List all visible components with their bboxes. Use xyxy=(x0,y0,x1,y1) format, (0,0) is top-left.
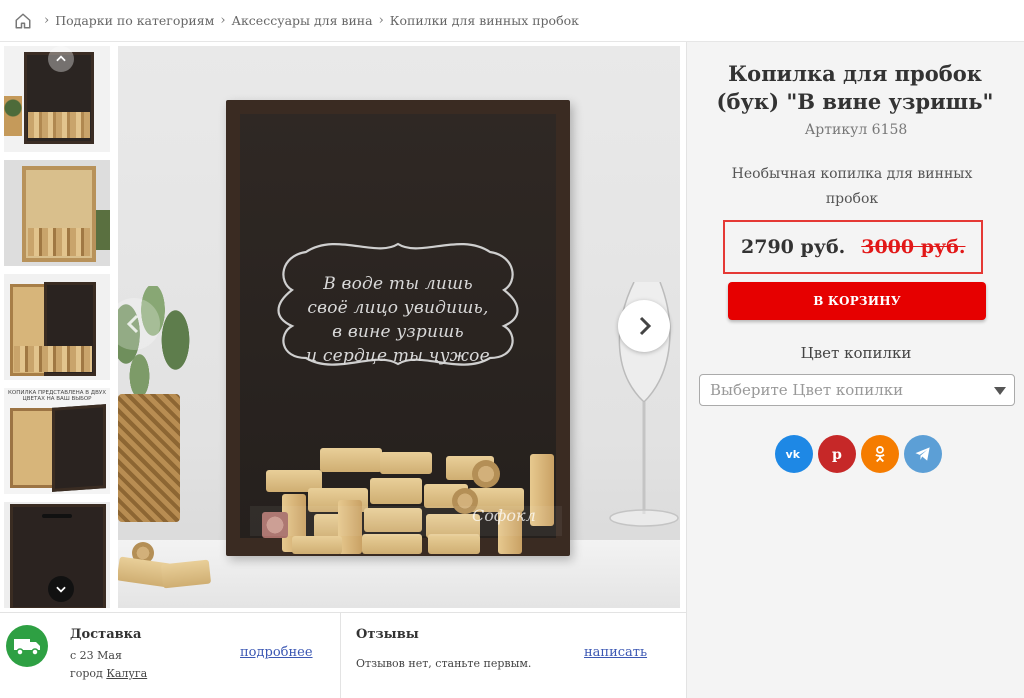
price-box: 2790 руб. 3000 руб. xyxy=(723,220,983,274)
reviews-empty-text: Отзывов нет, станьте первым. xyxy=(356,657,532,670)
chevron-right-icon: › xyxy=(220,13,226,28)
cork-frame-back: В воде ты лишь своё лицо увидишь, в вине… xyxy=(240,114,562,554)
product-title: Копилка для пробок (бук) "В вине узришь" xyxy=(716,61,994,114)
next-image-button[interactable] xyxy=(618,300,670,352)
loose-cork xyxy=(160,559,212,589)
cork xyxy=(292,536,342,554)
quote-line: своё лицо увидишь, xyxy=(307,298,489,318)
pinterest-icon: p xyxy=(832,447,842,463)
thumbnail-corks xyxy=(14,346,92,372)
home-icon[interactable] xyxy=(14,12,32,30)
cork xyxy=(380,452,432,474)
chevron-right-icon: › xyxy=(44,13,50,28)
chevron-right-icon: › xyxy=(378,13,384,28)
vk-share-button[interactable]: vk xyxy=(775,435,813,473)
quote-line: В воде ты лишь xyxy=(323,274,473,294)
breadcrumb-link-cork-boxes[interactable]: Копилки для винных пробок xyxy=(390,13,579,28)
breadcrumb-link-wine-accessories[interactable]: Аксессуары для вина xyxy=(232,13,373,28)
thumbnail-4[interactable]: КОПИЛКА ПРЕДСТАВЛЕНА В ДВУХ ЦВЕТАХ НА ВА… xyxy=(4,388,110,494)
telegram-icon xyxy=(915,447,930,461)
add-to-cart-button[interactable]: В КОРЗИНУ xyxy=(728,282,986,320)
svg-text:vk: vk xyxy=(786,448,801,461)
thumbnail-2[interactable] xyxy=(4,160,110,266)
cork xyxy=(362,534,422,554)
thumbnail-caption: КОПИЛКА ПРЕДСТАВЛЕНА В ДВУХ ЦВЕТАХ НА ВА… xyxy=(8,390,106,402)
reviews-title: Отзывы xyxy=(356,627,419,642)
thumbnails-scroll-up-button[interactable] xyxy=(48,46,74,72)
main-product-image: В воде ты лишь своё лицо увидишь, в вине… xyxy=(118,46,680,608)
odnoklassniki-icon xyxy=(875,446,885,463)
thumbnail-corks xyxy=(28,112,90,138)
divider xyxy=(340,613,341,698)
delivery-city-link[interactable]: Калуга xyxy=(106,667,147,680)
thumbnail-plant xyxy=(96,210,110,250)
quote-line: в вине узришь xyxy=(332,322,464,342)
cork xyxy=(320,448,382,472)
breadcrumb-link-gifts[interactable]: Подарки по категориям xyxy=(55,13,214,28)
cork xyxy=(428,534,480,554)
delivery-reviews-bar: Доставка с 23 Мая город Калуга подробнее… xyxy=(0,612,686,698)
thumbnail-frame-light xyxy=(10,408,56,488)
delivery-more-link[interactable]: подробнее xyxy=(240,645,313,660)
thumbnail-frame-dark xyxy=(52,404,106,492)
write-review-link[interactable]: написать xyxy=(584,645,647,660)
thumbnail-slot xyxy=(42,514,72,518)
telegram-share-button[interactable] xyxy=(904,435,942,473)
thumbnail-3[interactable] xyxy=(4,274,110,380)
product-description: Необычная копилка для винных пробок xyxy=(731,166,973,207)
cork xyxy=(370,478,422,504)
delivery-city-prefix: город xyxy=(70,667,103,680)
odnoklassniki-share-button[interactable] xyxy=(861,435,899,473)
delivery-city: город Калуга xyxy=(70,667,147,680)
quote-line: и сердце ты чужое xyxy=(306,346,490,366)
quote-text: В воде ты лишь своё лицо увидишь, в вине… xyxy=(270,272,526,368)
chevron-down-icon xyxy=(56,586,66,593)
cork xyxy=(472,460,500,488)
chevron-up-icon xyxy=(56,55,66,62)
truck-icon xyxy=(6,625,48,667)
thumbnails-scroll-down-button[interactable] xyxy=(48,576,74,602)
social-share: vk p xyxy=(775,435,942,473)
caret-down-icon xyxy=(994,387,1006,395)
chevron-right-icon xyxy=(639,316,652,336)
color-select[interactable]: Выберите Цвет копилки xyxy=(699,374,1015,406)
thumbnail-corks xyxy=(28,228,90,256)
vk-icon: vk xyxy=(786,448,801,461)
product-sku: Артикул 6158 xyxy=(804,122,908,138)
thumbnail-plant xyxy=(4,96,22,136)
thumbnail-list: КОПИЛКА ПРЕДСТАВЛЕНА В ДВУХ ЦВЕТАХ НА ВА… xyxy=(4,46,112,608)
wicker-basket xyxy=(118,394,180,522)
delivery-title: Доставка xyxy=(70,627,142,642)
old-price: 3000 руб. xyxy=(861,236,966,258)
watermark-author: Софокл xyxy=(472,506,536,525)
breadcrumb: › Подарки по категориям › Аксессуары для… xyxy=(0,0,1024,42)
cork-frame: В воде ты лишь своё лицо увидишь, в вине… xyxy=(226,100,570,556)
color-select-placeholder: Выберите Цвет копилки xyxy=(710,381,904,399)
color-label: Цвет копилки xyxy=(800,344,912,362)
pinterest-share-button[interactable]: p xyxy=(818,435,856,473)
current-price: 2790 руб. xyxy=(741,236,846,258)
delivery-date: с 23 Мая xyxy=(70,649,122,662)
chevron-left-icon xyxy=(126,314,139,334)
product-panel: Копилка для пробок (бук) "В вине узришь"… xyxy=(686,42,1024,698)
svg-text:p: p xyxy=(832,447,842,463)
